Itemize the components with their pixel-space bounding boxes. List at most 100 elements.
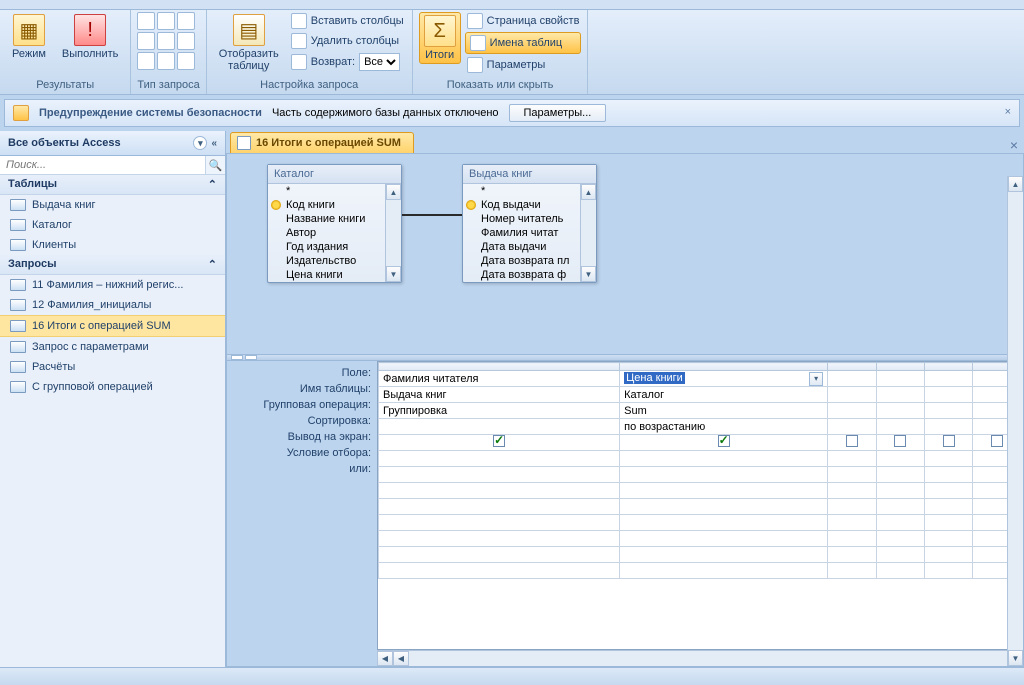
property-sheet-button[interactable]: Страница свойств	[465, 12, 582, 30]
grid-cell[interactable]	[379, 563, 620, 579]
grid-cell[interactable]	[379, 483, 620, 499]
grid-cell[interactable]	[876, 451, 924, 467]
grid-cell[interactable]	[379, 467, 620, 483]
scroll-down-icon[interactable]: ▼	[1008, 650, 1023, 666]
nav-filter-dropdown[interactable]: ▾	[193, 136, 207, 150]
grid-cell[interactable]	[828, 435, 876, 451]
grid-cell[interactable]	[620, 467, 828, 483]
show-checkbox[interactable]	[991, 435, 1003, 447]
field-item[interactable]: Цена книги	[268, 268, 401, 282]
insert-columns-button[interactable]: Вставить столбцы	[289, 12, 406, 30]
table-scrollbar[interactable]: ▲▼	[385, 184, 401, 282]
nav-item-query[interactable]: Расчёты	[0, 357, 225, 377]
grid-cell[interactable]	[828, 371, 876, 387]
grid-cell[interactable]	[925, 467, 973, 483]
field-item[interactable]: Дата возврата ф	[463, 268, 596, 282]
grid-cell[interactable]	[876, 531, 924, 547]
tables-diagram-area[interactable]: Каталог * Код книгиНазвание книгиАвторГо…	[227, 154, 1023, 354]
scroll-left-icon[interactable]: ◀	[377, 651, 393, 666]
grid-cell[interactable]	[925, 515, 973, 531]
field-star[interactable]: *	[268, 184, 401, 198]
grid-cell[interactable]	[876, 499, 924, 515]
table-box-issue[interactable]: Выдача книг * Код выдачиНомер читательФа…	[462, 164, 597, 283]
grid-cell[interactable]	[925, 371, 973, 387]
nav-item-query[interactable]: 12 Фамилия_инициалы	[0, 295, 225, 315]
vertical-scrollbar[interactable]: ▲ ▼	[1007, 176, 1023, 666]
grid-cell[interactable]	[828, 467, 876, 483]
column-header[interactable]	[876, 363, 924, 371]
nav-item-table[interactable]: Клиенты	[0, 235, 225, 255]
run-button[interactable]: ! Выполнить	[56, 12, 124, 62]
grid-cell[interactable]: Выдача книг	[379, 387, 620, 403]
totals-button[interactable]: Σ Итоги	[419, 12, 461, 64]
grid-cell[interactable]	[828, 531, 876, 547]
grid-cell[interactable]	[828, 563, 876, 579]
grid-cell[interactable]	[925, 403, 973, 419]
parameters-button[interactable]: Параметры	[465, 56, 582, 74]
column-header[interactable]	[925, 363, 973, 371]
column-header[interactable]	[828, 363, 876, 371]
document-close-button[interactable]: ×	[1010, 137, 1018, 153]
grid-cell[interactable]	[925, 451, 973, 467]
field-item[interactable]: Номер читатель	[463, 212, 596, 226]
grid-cell[interactable]	[379, 435, 620, 451]
return-combo[interactable]: Все	[359, 53, 400, 71]
query-type-buttons[interactable]	[137, 12, 195, 70]
grid-cell[interactable]	[876, 403, 924, 419]
table-names-button[interactable]: Имена таблиц	[465, 32, 582, 54]
grid-cell[interactable]	[828, 499, 876, 515]
field-item[interactable]: Дата возврата пл	[463, 254, 596, 268]
show-table-button[interactable]: ▤ Отобразить таблицу	[213, 12, 285, 74]
grid-cell[interactable]: Группировка	[379, 403, 620, 419]
return-control[interactable]: Возврат: Все	[289, 52, 406, 72]
splitter-bar[interactable]	[227, 354, 1023, 361]
field-item[interactable]: Фамилия читат	[463, 226, 596, 240]
nav-item-table[interactable]: Каталог	[0, 215, 225, 235]
grid-cell[interactable]	[876, 467, 924, 483]
grid-cell[interactable]: Каталог	[620, 387, 828, 403]
design-grid[interactable]: Фамилия читателяЦена книги▾Выдача книгКа…	[377, 361, 1023, 650]
horizontal-scrollbar[interactable]: ◀ ◀ ▶	[377, 650, 1023, 666]
search-icon[interactable]: 🔍	[205, 156, 225, 174]
show-checkbox[interactable]	[943, 435, 955, 447]
grid-cell[interactable]	[925, 563, 973, 579]
nav-item-table[interactable]: Выдача книг	[0, 195, 225, 215]
grid-cell[interactable]	[876, 371, 924, 387]
nav-item-query[interactable]: Запрос с параметрами	[0, 337, 225, 357]
nav-category-queries[interactable]: Запросы⌃	[0, 255, 225, 275]
nav-item-query[interactable]: 11 Фамилия – нижний регис...	[0, 275, 225, 295]
grid-cell[interactable]	[620, 499, 828, 515]
security-options-button[interactable]: Параметры...	[509, 104, 607, 122]
grid-cell[interactable]	[620, 451, 828, 467]
grid-cell[interactable]: Фамилия читателя	[379, 371, 620, 387]
grid-cell[interactable]	[876, 515, 924, 531]
grid-cell[interactable]	[925, 499, 973, 515]
grid-cell[interactable]	[925, 419, 973, 435]
grid-cell[interactable]	[379, 499, 620, 515]
grid-cell[interactable]	[828, 387, 876, 403]
nav-collapse-button[interactable]: «	[211, 138, 217, 149]
grid-cell[interactable]	[379, 451, 620, 467]
scroll-left-icon[interactable]: ◀	[393, 651, 409, 666]
table-scrollbar[interactable]: ▲▼	[580, 184, 596, 282]
grid-cell[interactable]	[925, 435, 973, 451]
grid-cell[interactable]	[620, 531, 828, 547]
grid-cell[interactable]	[379, 531, 620, 547]
column-header[interactable]	[379, 363, 620, 371]
grid-cell[interactable]	[620, 435, 828, 451]
column-header[interactable]	[620, 363, 828, 371]
nav-item-query[interactable]: С групповой операцией	[0, 377, 225, 397]
field-item[interactable]: Издательство	[268, 254, 401, 268]
show-checkbox[interactable]	[718, 435, 730, 447]
nav-item-query[interactable]: 16 Итоги с операцией SUM	[0, 315, 225, 337]
grid-cell[interactable]	[379, 547, 620, 563]
security-close-button[interactable]: ×	[1005, 106, 1011, 118]
grid-cell[interactable]	[828, 451, 876, 467]
grid-cell[interactable]	[828, 515, 876, 531]
field-item[interactable]: Код книги	[268, 198, 401, 212]
grid-cell[interactable]	[925, 483, 973, 499]
field-item[interactable]: Автор	[268, 226, 401, 240]
dropdown-icon[interactable]: ▾	[809, 372, 823, 386]
grid-cell[interactable]	[876, 563, 924, 579]
nav-header[interactable]: Все объекты Access ▾ «	[0, 131, 225, 156]
